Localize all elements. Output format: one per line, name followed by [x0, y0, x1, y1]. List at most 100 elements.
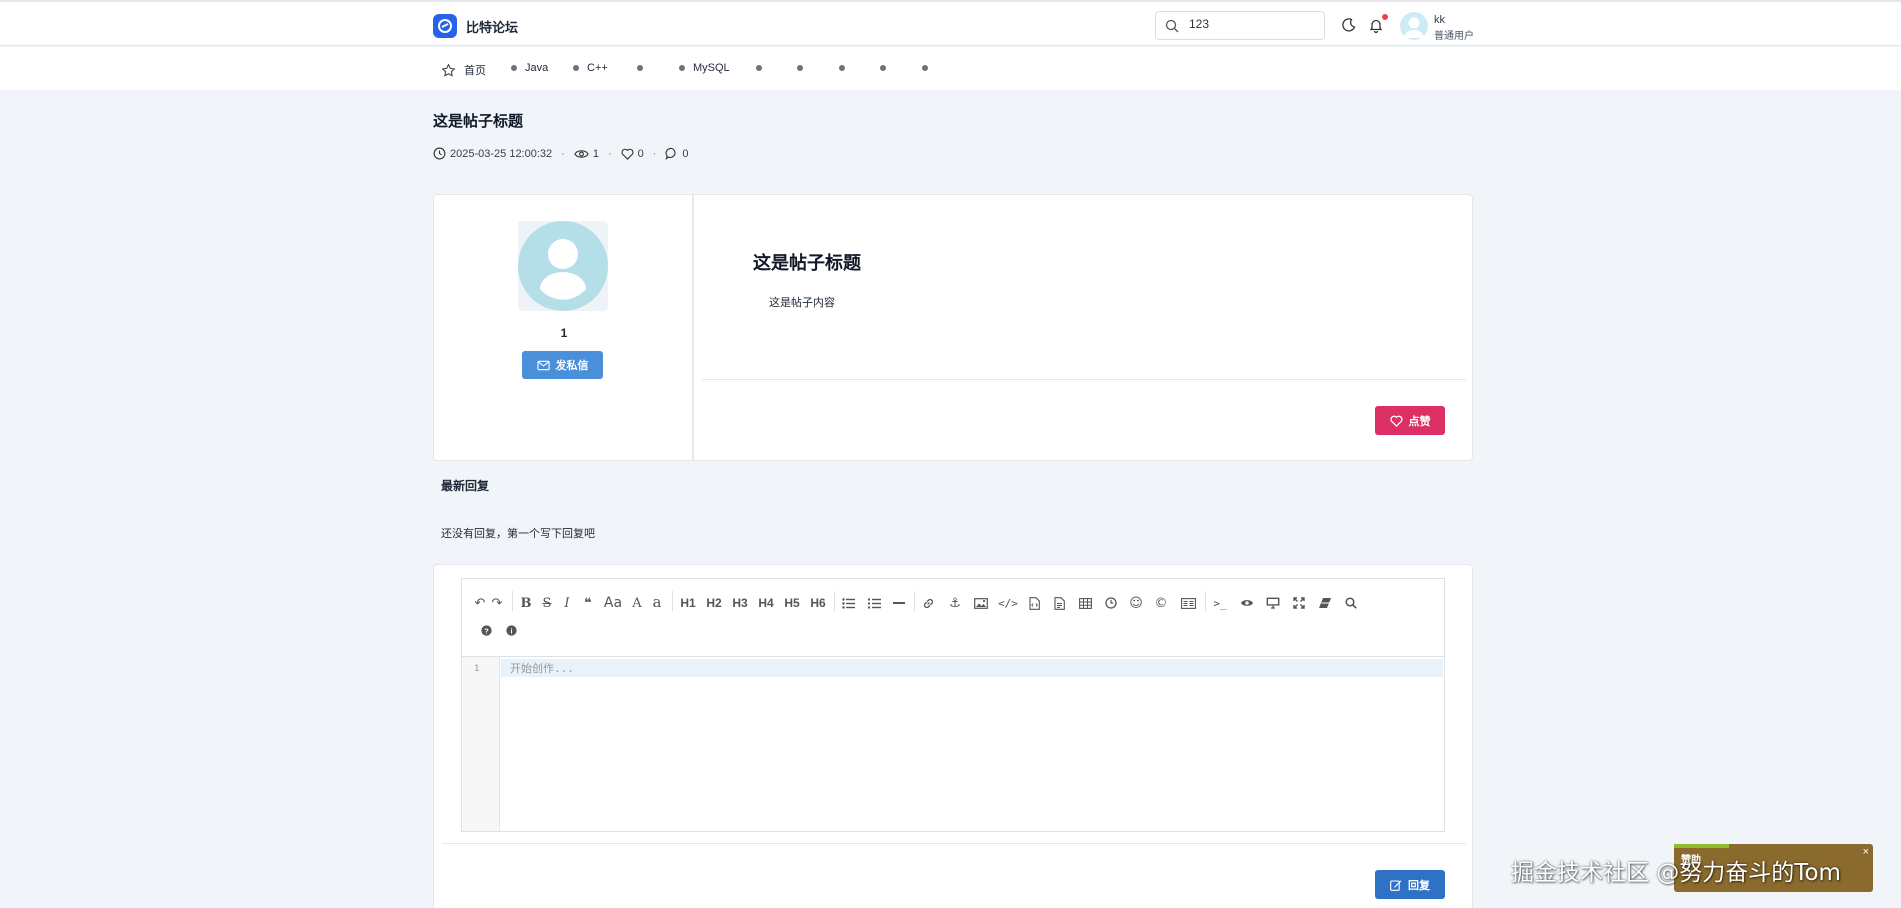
- forum-logo-icon[interactable]: [433, 14, 457, 38]
- nav-category-label: Java: [525, 62, 549, 74]
- bold-icon[interactable]: B: [518, 593, 534, 613]
- markdown-editor: ↶ ↷ B S I ❝ Aa A a H1 H2 H3 H4 H5 H6 ⚓ <…: [461, 578, 1445, 832]
- heading-1-button[interactable]: H1: [677, 593, 699, 613]
- author-avatar[interactable]: [518, 221, 608, 311]
- like-button[interactable]: 点赞: [1375, 406, 1445, 435]
- emoji-icon[interactable]: ☺: [1127, 593, 1145, 613]
- content-body: 这是帖子内容: [769, 297, 835, 309]
- post-comments: 0: [665, 147, 689, 160]
- nav-bullet: [573, 65, 579, 71]
- preformatted-text-icon[interactable]: [1050, 593, 1068, 613]
- heart-icon: [1389, 415, 1403, 427]
- nav-category-unnamed[interactable]: [880, 65, 886, 71]
- pagebreak-icon[interactable]: [1178, 593, 1198, 613]
- datetime-icon[interactable]: [1102, 593, 1120, 613]
- uppercase-icon[interactable]: Aa: [602, 593, 624, 613]
- like-label: 点赞: [1408, 415, 1431, 428]
- dark-mode-toggle[interactable]: [1339, 15, 1359, 35]
- nav-home[interactable]: 首页: [441, 62, 486, 78]
- post-views: 1: [574, 148, 599, 160]
- ad-close-icon[interactable]: ×: [1863, 846, 1869, 858]
- heading-2-button[interactable]: H2: [703, 593, 725, 613]
- search-icon: [1165, 19, 1179, 33]
- link-icon[interactable]: [919, 593, 937, 613]
- brand-name[interactable]: 比特论坛: [466, 17, 518, 36]
- post-card: 1 发私信 这是帖子标题 这是帖子内容 点赞: [433, 194, 1473, 461]
- horizontal-rule-icon[interactable]: [890, 593, 908, 613]
- send-message-button[interactable]: 发私信: [522, 351, 603, 379]
- author-panel: 1 发私信: [434, 195, 694, 460]
- italic-icon[interactable]: I: [559, 593, 575, 613]
- font-a-icon[interactable]: A: [629, 593, 645, 613]
- nav-category-cpp[interactable]: C++: [573, 62, 608, 74]
- no-replies-text: 还没有回复，第一个写下回复吧: [441, 528, 595, 540]
- nav-category-unnamed[interactable]: [839, 65, 845, 71]
- svg-text:?: ?: [484, 626, 489, 635]
- post-views-count: 1: [592, 147, 599, 160]
- nav-category-unnamed[interactable]: [922, 65, 928, 71]
- mail-icon: [536, 360, 550, 370]
- redo-icon[interactable]: ↷: [489, 593, 505, 613]
- help-icon[interactable]: ?: [478, 620, 494, 640]
- nav-category-java[interactable]: Java: [511, 62, 548, 74]
- nav-category-unnamed[interactable]: [797, 65, 803, 71]
- nav-category-label: MySQL: [693, 62, 730, 74]
- heart-icon: [621, 148, 634, 160]
- html-entities-icon[interactable]: ©: [1152, 593, 1170, 613]
- user-name[interactable]: kk: [1434, 14, 1445, 26]
- nav-category-unnamed[interactable]: [637, 65, 643, 71]
- category-nav: 首页 Java C++ MySQL: [0, 47, 1901, 90]
- search-replace-icon[interactable]: [1342, 593, 1360, 613]
- editor-toolbar: ↶ ↷ B S I ❝ Aa A a H1 H2 H3 H4 H5 H6 ⚓ <…: [462, 579, 1444, 657]
- heading-3-button[interactable]: H3: [729, 593, 751, 613]
- terminal-icon[interactable]: >_: [1211, 593, 1229, 613]
- preview-icon[interactable]: [1264, 593, 1282, 613]
- toolbar-divider: [834, 591, 835, 611]
- post-datetime: 2025-03-25 12:00:32: [433, 147, 552, 160]
- author-name[interactable]: 1: [434, 326, 694, 340]
- nav-home-label: 首页: [464, 65, 486, 77]
- heading-6-button[interactable]: H6: [807, 593, 829, 613]
- reply-submit-button[interactable]: 回复: [1375, 870, 1445, 899]
- line-number-gutter: 1: [462, 657, 500, 831]
- content-divider: [702, 379, 1466, 380]
- clear-icon[interactable]: [1316, 593, 1334, 613]
- nav-bullet: [679, 65, 685, 71]
- unordered-list-icon[interactable]: [839, 593, 857, 613]
- editor-divider: [442, 843, 1466, 844]
- reply-submit-label: 回复: [1408, 879, 1430, 892]
- line-number: 1: [474, 664, 480, 674]
- image-icon[interactable]: [972, 593, 990, 613]
- lowercase-icon[interactable]: a: [649, 592, 665, 612]
- watch-icon[interactable]: [1238, 593, 1256, 613]
- ordered-list-icon[interactable]: [865, 593, 883, 613]
- post-comments-count: 0: [682, 147, 689, 160]
- code-block-icon[interactable]: [1025, 593, 1043, 613]
- active-line[interactable]: [501, 659, 1443, 677]
- content-title: 这是帖子标题: [753, 253, 861, 273]
- heading-4-button[interactable]: H4: [755, 593, 777, 613]
- nav-category-unnamed[interactable]: [756, 65, 762, 71]
- nav-category-mysql[interactable]: MySQL: [679, 62, 730, 74]
- quote-icon[interactable]: ❝: [580, 593, 596, 613]
- table-icon[interactable]: [1076, 593, 1094, 613]
- search-input[interactable]: [1189, 17, 1317, 31]
- heading-5-button[interactable]: H5: [781, 593, 803, 613]
- notification-dot: [1382, 14, 1388, 20]
- anchor-icon[interactable]: ⚓: [946, 593, 964, 613]
- info-icon[interactable]: i: [503, 620, 519, 640]
- meta-separator: ·: [561, 147, 565, 160]
- meta-separator: ·: [652, 147, 657, 160]
- strikethrough-icon[interactable]: S: [539, 593, 555, 613]
- user-avatar[interactable]: [1400, 12, 1428, 40]
- post-likes: 0: [621, 148, 644, 160]
- inline-code-icon[interactable]: </>: [998, 593, 1018, 613]
- fullscreen-icon[interactable]: [1290, 593, 1308, 613]
- meta-separator: ·: [607, 147, 612, 160]
- toolbar-divider: [914, 591, 915, 611]
- search-box[interactable]: [1155, 11, 1325, 40]
- star-icon: [442, 63, 455, 76]
- undo-icon[interactable]: ↶: [472, 593, 488, 613]
- comment-icon: [665, 147, 676, 160]
- editor-placeholder[interactable]: 开始创作...: [510, 660, 574, 676]
